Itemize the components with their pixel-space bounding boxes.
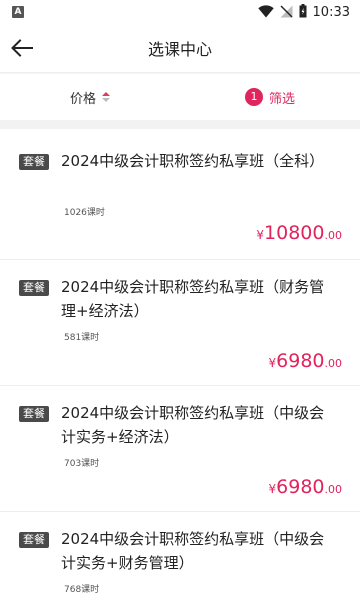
signal-off-icon xyxy=(280,3,293,22)
wifi-icon xyxy=(257,3,274,22)
course-item[interactable]: 套餐 2024中级会计职称签约私享班（财务管理+经济法） 581课时 ¥6980… xyxy=(0,260,360,386)
notification-a-icon: A xyxy=(12,6,24,18)
price-decimal: .00 xyxy=(324,483,343,496)
course-hours: 703课时 xyxy=(64,459,100,469)
status-left: A xyxy=(12,6,24,18)
course-item[interactable]: 套餐 2024中级会计职称签约私享班（中级会计实务+经济法） 703课时 ¥69… xyxy=(0,386,360,512)
price-integer: 6980 xyxy=(276,476,325,498)
course-title: 2024中级会计职称签约私享班（中级会计实务+财务管理） xyxy=(61,530,325,572)
price-decimal: .00 xyxy=(324,357,343,370)
price-currency: ¥ xyxy=(268,356,277,370)
filter-button[interactable]: 1 筛选 xyxy=(180,88,360,107)
package-badge: 套餐 xyxy=(19,532,49,548)
filter-count-badge: 1 xyxy=(244,88,263,106)
course-item[interactable]: 套餐 2024中级会计职称签约私享班（全科） 1026课时 ¥10800.00 xyxy=(0,129,360,260)
nav-bar: 选课中心 xyxy=(0,24,360,72)
status-bar: A 10:33 xyxy=(0,0,360,24)
course-item[interactable]: 套餐 2024中级会计职称签约私享班（中级会计实务+财务管理） 768课时 xyxy=(0,512,360,600)
filter-label: 筛选 xyxy=(268,91,295,107)
price-integer: 10800 xyxy=(264,222,325,244)
price-sort-button[interactable]: 价格 xyxy=(0,88,180,107)
section-gap xyxy=(0,120,360,129)
course-hours: 581课时 xyxy=(64,333,100,343)
status-time: 10:33 xyxy=(312,4,350,20)
status-right: 10:33 xyxy=(257,3,350,22)
course-price: ¥6980.00 xyxy=(269,350,343,372)
course-title: 2024中级会计职称签约私享班（中级会计实务+经济法） xyxy=(61,404,325,446)
back-button[interactable] xyxy=(8,34,36,62)
arrow-left-icon xyxy=(11,39,33,57)
course-title: 2024中级会计职称签约私享班（财务管理+经济法） xyxy=(61,278,325,320)
course-hours: 1026课时 xyxy=(64,208,105,218)
price-currency: ¥ xyxy=(256,228,265,242)
filter-bar: 价格 1 筛选 xyxy=(0,74,360,120)
course-hours: 768课时 xyxy=(64,585,100,595)
course-price: ¥10800.00 xyxy=(256,222,342,244)
battery-icon xyxy=(299,3,307,22)
course-list: 套餐 2024中级会计职称签约私享班（全科） 1026课时 ¥10800.00 … xyxy=(0,129,360,600)
page-title: 选课中心 xyxy=(147,40,212,59)
sort-arrows-icon xyxy=(102,92,110,102)
package-badge: 套餐 xyxy=(19,154,49,170)
package-badge: 套餐 xyxy=(19,280,49,296)
price-sort-label: 价格 xyxy=(69,91,96,107)
course-price: ¥6980.00 xyxy=(269,476,343,498)
price-currency: ¥ xyxy=(268,482,277,496)
course-title: 2024中级会计职称签约私享班（全科） xyxy=(61,152,325,170)
price-decimal: .00 xyxy=(324,229,343,242)
package-badge: 套餐 xyxy=(19,406,49,422)
price-integer: 6980 xyxy=(276,350,325,372)
